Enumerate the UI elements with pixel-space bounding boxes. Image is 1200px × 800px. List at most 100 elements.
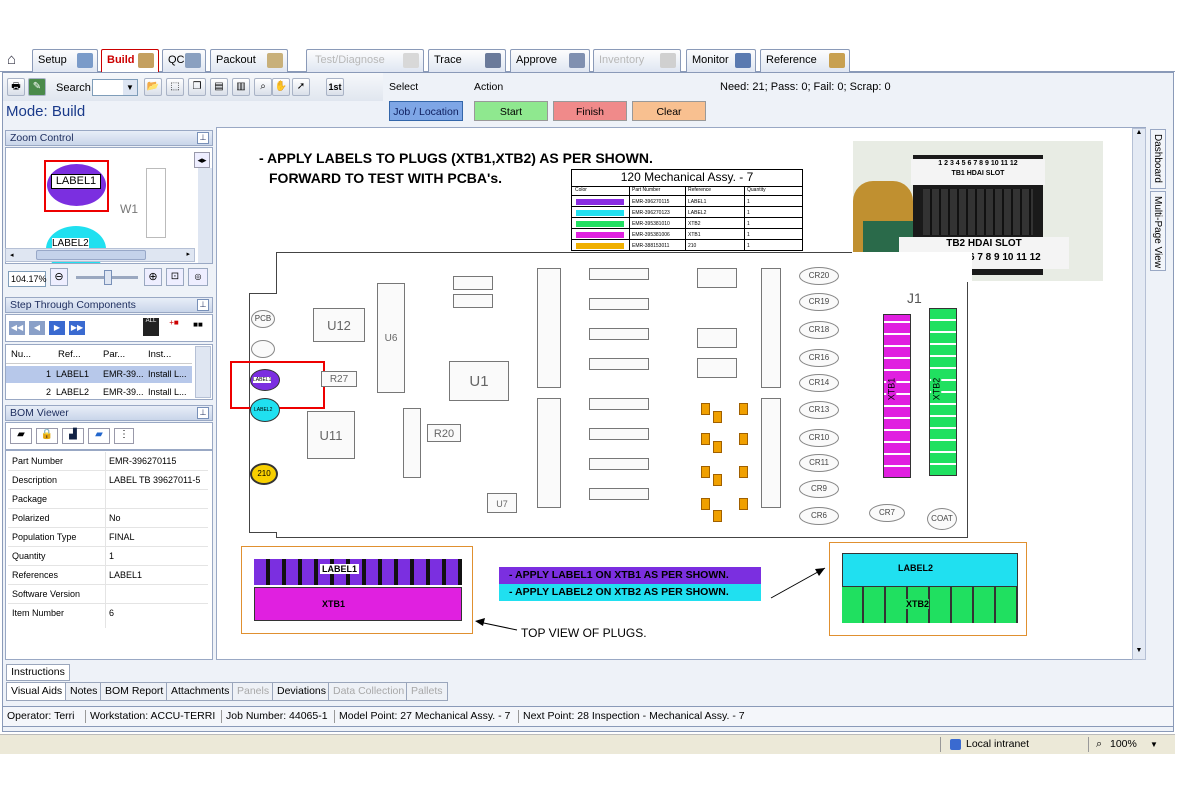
zoom-slider[interactable] (76, 267, 138, 287)
copy-icon[interactable]: ❐ (188, 78, 206, 96)
zoom-all-icon[interactable]: ◎ (188, 268, 208, 286)
pin-icon[interactable]: ⊥ (197, 407, 209, 419)
tab-label: Approve (516, 54, 557, 66)
table-row[interactable]: 1 LABEL1 EMR-39... Install L... (6, 366, 192, 383)
chevron-down-icon[interactable]: ▼ (1150, 735, 1158, 754)
prev-step-icon[interactable]: ◀ (29, 321, 45, 335)
tab-label: Packout (216, 54, 256, 66)
panel-title: BOM Viewer (10, 407, 69, 419)
start-button[interactable]: Start (474, 101, 548, 121)
tab-approve[interactable]: Approve (510, 49, 590, 72)
bom-value: 6 (109, 608, 115, 618)
bom-key: Part Number (12, 456, 64, 466)
home-icon[interactable]: ⌂ (7, 52, 25, 68)
tab-instructions[interactable]: Instructions (6, 664, 70, 681)
find-icon[interactable]: ⌕ (254, 78, 272, 96)
tab-label: Build (107, 54, 135, 66)
bom-value: LABEL1 (109, 570, 143, 580)
status-next-point: Next Point: 28 Inspection - Mechanical A… (523, 710, 745, 722)
tab-pallets: Pallets (406, 682, 448, 701)
clear-button[interactable]: Clear (632, 101, 706, 121)
first-button[interactable]: 1st (326, 78, 344, 96)
preview-scroll-arrow[interactable]: ◂▸ (194, 152, 210, 168)
chip-icon[interactable]: ▰ (10, 428, 32, 444)
mode-label: Mode: Build (6, 103, 86, 120)
tab-reference[interactable]: Reference (760, 49, 850, 72)
lock-icon[interactable]: 🔒 (36, 428, 58, 444)
chevron-down-icon: ▼ (123, 80, 137, 95)
tab-packout[interactable]: Packout (210, 49, 288, 72)
tab-label: Reference (766, 54, 817, 66)
cell-part: EMR-39... (103, 387, 144, 397)
plus-minus-icon[interactable]: +■ (166, 318, 182, 336)
table-row[interactable]: 2 LABEL2 EMR-39... Install L... (6, 384, 192, 400)
preview-vscroll[interactable] (198, 168, 212, 263)
tab-setup[interactable]: Setup (32, 49, 98, 72)
zoom-out-icon[interactable]: ⊖ (50, 268, 68, 286)
bom-row: Package (8, 490, 208, 509)
tab-dashboard[interactable]: Dashboard (1150, 129, 1166, 189)
pin-icon[interactable]: ⊥ (197, 299, 209, 311)
factory-icon[interactable]: ▟ (62, 428, 84, 444)
preview-hscroll[interactable]: ◂ ▸ (5, 248, 195, 262)
bom-value: 1 (109, 551, 115, 561)
select-area-icon[interactable]: ⬚ (166, 78, 184, 96)
bom-row: Software Version (8, 585, 208, 604)
next-step-icon[interactable]: ▶ (49, 321, 65, 335)
tab-qc[interactable]: QC (162, 49, 206, 72)
document-icon[interactable]: ▤ (210, 78, 228, 96)
tab-build[interactable]: Build (101, 49, 159, 73)
tab-bom-report[interactable]: BOM Report (100, 682, 169, 701)
zoom-in-icon[interactable]: ⊕ (144, 268, 162, 286)
finish-button[interactable]: Finish (553, 101, 627, 121)
open-folder-icon[interactable]: 📂 (144, 78, 162, 96)
tab-trace[interactable]: Trace (428, 49, 506, 72)
qc-icon (185, 53, 201, 68)
pages-icon[interactable]: ▥ (232, 78, 250, 96)
squares-icon[interactable]: ■■ (189, 320, 207, 334)
document-viewer[interactable]: - APPLY LABELS TO PLUGS (XTB1,XTB2) AS P… (216, 127, 1146, 660)
bom-value: No (109, 513, 121, 523)
packout-icon (267, 53, 283, 68)
preview-label1-text: LABEL1 (51, 174, 101, 189)
pin-icon[interactable]: ⊥ (197, 132, 209, 144)
bom-value: LABEL TB 39627011-5 (109, 475, 201, 485)
zoom-preview[interactable]: LABEL1 LABEL2 W1 ◂▸ (5, 147, 213, 264)
print-icon[interactable]: 🖶 (7, 78, 25, 96)
tab-deviations[interactable]: Deviations (272, 682, 332, 701)
search-dropdown[interactable]: ▼ (92, 79, 138, 96)
tab-test-diagnose: Test/Diagnose (306, 49, 424, 72)
pointer-icon[interactable]: ➚ (292, 78, 310, 96)
col-header: Inst... (148, 349, 172, 360)
bom-row: Item Number 6 (8, 604, 208, 623)
tab-attachments[interactable]: Attachments (166, 682, 235, 701)
window-right-edge (1175, 0, 1200, 800)
all-icon[interactable]: ALL (143, 318, 159, 336)
status-model-point: Model Point: 27 Mechanical Assy. - 7 (339, 710, 511, 722)
browser-zoom[interactable]: 100% (1110, 735, 1137, 754)
status-operator: Operator: Terri (7, 710, 75, 722)
monitor-icon (735, 53, 751, 68)
chip-blue-icon[interactable]: ▰ (88, 428, 110, 444)
tab-notes[interactable]: Notes (65, 682, 103, 701)
job-location-button[interactable]: Job / Location (389, 101, 463, 121)
tab-multipage[interactable]: Multi-Page View (1150, 191, 1166, 271)
last-step-icon[interactable]: ▶▶ (69, 321, 85, 335)
tab-visual-aids[interactable]: Visual Aids (6, 682, 68, 701)
cell-ref: LABEL1 (56, 369, 90, 379)
step-table-vscroll[interactable] (195, 346, 211, 398)
wand-icon[interactable]: ✎ (28, 78, 46, 96)
first-step-icon[interactable]: ◀◀ (9, 321, 25, 335)
tab-monitor[interactable]: Monitor (686, 49, 756, 72)
zoom-fit-icon[interactable]: ⊡ (166, 268, 184, 286)
list-icon[interactable]: ⋮ (114, 428, 134, 444)
zoom-value[interactable]: 104.17% (8, 271, 47, 287)
status-bar: Operator: Terri Workstation: ACCU-TERRI … (2, 706, 1174, 727)
viewer-vscroll[interactable]: ▲ ▼ (1132, 128, 1146, 660)
tab-inventory: Inventory (593, 49, 681, 72)
tab-label: Trace (434, 54, 462, 66)
cell-inst: Install L... (148, 369, 187, 379)
zoom-icon[interactable]: ⌕ (1096, 735, 1102, 754)
step-table-header: Nu... Ref... Par... Inst... (6, 346, 192, 364)
hand-icon[interactable]: ✋ (272, 78, 290, 96)
